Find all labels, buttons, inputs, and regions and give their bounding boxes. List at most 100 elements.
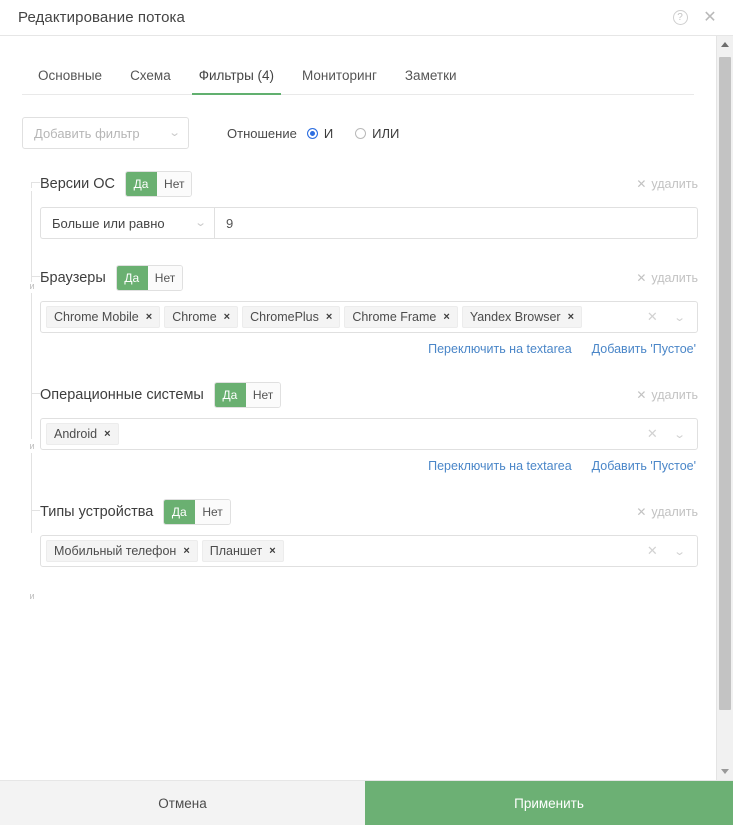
toggle-yes[interactable]: Да: [126, 172, 157, 196]
remove-x-icon: ✕: [636, 505, 646, 519]
chip-remove-icon[interactable]: ×: [183, 546, 189, 557]
chip: Chrome Frame ×: [344, 306, 457, 328]
scroll-down-icon[interactable]: [717, 763, 733, 780]
device-types-multiselect[interactable]: Мобильный телефон× Планшет× ✕ ⌄: [40, 535, 698, 567]
chip: Chrome Mobile ×: [46, 306, 160, 328]
connector-elbow: [31, 182, 40, 183]
scroll-up-icon[interactable]: [717, 36, 733, 53]
chip-remove-icon[interactable]: ×: [269, 546, 275, 557]
chip: Мобильный телефон×: [46, 540, 198, 562]
add-empty-link[interactable]: Добавить 'Пустое': [592, 342, 696, 356]
filter-mode-toggle[interactable]: Да Нет: [214, 382, 281, 408]
filter-group-device-types: Типы устройства Да Нет ✕ удалить: [40, 499, 698, 567]
tab-shema[interactable]: Схема: [116, 60, 185, 94]
chip-remove-icon[interactable]: ×: [568, 312, 574, 323]
chip-label: Chrome Frame: [352, 310, 436, 324]
cancel-button[interactable]: Отмена: [0, 781, 365, 825]
tab-osnovnye[interactable]: Основные: [24, 60, 116, 94]
relation-group: Отношение И ИЛИ: [227, 126, 421, 141]
chevron-down-icon: ⌄: [194, 218, 206, 229]
toggle-no[interactable]: Нет: [157, 172, 191, 196]
chevron-down-icon[interactable]: ⌄: [673, 545, 685, 558]
chip-remove-icon[interactable]: ×: [326, 312, 332, 323]
remove-filter-button[interactable]: ✕ удалить: [636, 388, 698, 402]
filter-mode-toggle[interactable]: Да Нет: [116, 265, 183, 291]
vertical-scrollbar[interactable]: [716, 36, 733, 780]
chevron-down-icon[interactable]: ⌄: [673, 428, 685, 441]
operator-select[interactable]: Больше или равно ⌄: [40, 207, 214, 239]
remove-filter-button[interactable]: ✕ удалить: [636, 505, 698, 519]
chip-remove-icon[interactable]: ×: [443, 312, 449, 323]
radio-or-icon: [355, 128, 366, 139]
toggle-no[interactable]: Нет: [195, 500, 229, 524]
relation-and-label: И: [324, 126, 333, 141]
connector-operator-3: и: [27, 589, 37, 603]
filter-group-browsers: Браузеры Да Нет ✕ удалить: [40, 265, 698, 356]
chip-label: Yandex Browser: [470, 310, 561, 324]
switch-to-textarea-link[interactable]: Переключить на textarea: [428, 459, 572, 473]
chip-label: Android: [54, 427, 97, 441]
tab-zametki[interactable]: Заметки: [391, 60, 471, 94]
chip: Android ×: [46, 423, 119, 445]
filter-mode-toggle[interactable]: Да Нет: [125, 171, 192, 197]
filter-header: Браузеры Да Нет ✕ удалить: [40, 265, 698, 291]
connector-elbow: [31, 393, 40, 394]
page-title: Редактирование потока: [18, 9, 671, 26]
tab-bar: Основные Схема Фильтры (4) Мониторинг За…: [22, 60, 694, 95]
browsers-multiselect[interactable]: Chrome Mobile× Chrome× ChromePlus× Chrom…: [40, 301, 698, 333]
filter-connector-spine: [31, 191, 32, 533]
close-icon[interactable]: ✕: [701, 9, 719, 27]
remove-filter-label: удалить: [651, 505, 698, 519]
operator-label: Больше или равно: [52, 216, 196, 231]
filter-header: Операционные системы Да Нет ✕ удалить: [40, 382, 698, 408]
tab-filtry[interactable]: Фильтры (4): [185, 60, 288, 94]
toggle-yes[interactable]: Да: [117, 266, 148, 290]
remove-filter-label: удалить: [651, 388, 698, 402]
scrollbar-thumb[interactable]: [719, 57, 731, 710]
chip: Yandex Browser ×: [462, 306, 582, 328]
filter-title: Операционные системы: [40, 387, 204, 403]
clear-all-icon[interactable]: ✕: [647, 426, 658, 442]
edit-stream-dialog: Редактирование потока ? ✕ Основные Схема…: [0, 0, 733, 825]
chevron-down-icon: ⌄: [168, 128, 180, 139]
value-input[interactable]: 9: [214, 207, 698, 239]
chip-remove-icon[interactable]: ×: [104, 429, 110, 440]
chip-list: Android ×: [46, 423, 637, 445]
clear-all-icon[interactable]: ✕: [647, 543, 658, 559]
remove-x-icon: ✕: [636, 388, 646, 402]
add-filter-select[interactable]: Добавить фильтр ⌄: [22, 117, 189, 149]
add-empty-link[interactable]: Добавить 'Пустое': [592, 459, 696, 473]
relation-radio-or[interactable]: ИЛИ: [355, 126, 399, 141]
toggle-no[interactable]: Нет: [148, 266, 182, 290]
connector-operator-2: и: [27, 439, 37, 453]
relation-radio-and[interactable]: И: [307, 126, 333, 141]
switch-to-textarea-link[interactable]: Переключить на textarea: [428, 342, 572, 356]
multiselect-actions: ✕ ⌄: [637, 309, 693, 325]
remove-filter-button[interactable]: ✕ удалить: [636, 177, 698, 191]
chevron-down-icon[interactable]: ⌄: [673, 311, 685, 324]
filter-header: Версии ОС Да Нет ✕ удалить: [40, 171, 698, 197]
clear-all-icon[interactable]: ✕: [647, 309, 658, 325]
apply-button[interactable]: Применить: [365, 781, 733, 825]
filter-title: Браузеры: [40, 270, 106, 286]
dialog-titlebar: Редактирование потока ? ✕: [0, 0, 733, 36]
os-multiselect[interactable]: Android × ✕ ⌄: [40, 418, 698, 450]
toggle-no[interactable]: Нет: [246, 383, 280, 407]
filter-mode-toggle[interactable]: Да Нет: [163, 499, 230, 525]
chip-label: Chrome Mobile: [54, 310, 139, 324]
add-filter-placeholder: Добавить фильтр: [34, 126, 170, 141]
scrollbar-track[interactable]: [717, 53, 733, 763]
relation-or-label: ИЛИ: [372, 126, 399, 141]
filter-group-operating-systems: Операционные системы Да Нет ✕ удалить: [40, 382, 698, 473]
filter-title: Версии ОС: [40, 176, 115, 192]
chip-remove-icon[interactable]: ×: [146, 312, 152, 323]
toggle-yes[interactable]: Да: [215, 383, 246, 407]
help-icon[interactable]: ?: [671, 9, 689, 27]
tab-monitoring[interactable]: Мониторинг: [288, 60, 391, 94]
toggle-yes[interactable]: Да: [164, 500, 195, 524]
remove-filter-button[interactable]: ✕ удалить: [636, 271, 698, 285]
remove-filter-label: удалить: [651, 177, 698, 191]
multiselect-actions: ✕ ⌄: [637, 543, 693, 559]
remove-filter-label: удалить: [651, 271, 698, 285]
chip-remove-icon[interactable]: ×: [224, 312, 230, 323]
